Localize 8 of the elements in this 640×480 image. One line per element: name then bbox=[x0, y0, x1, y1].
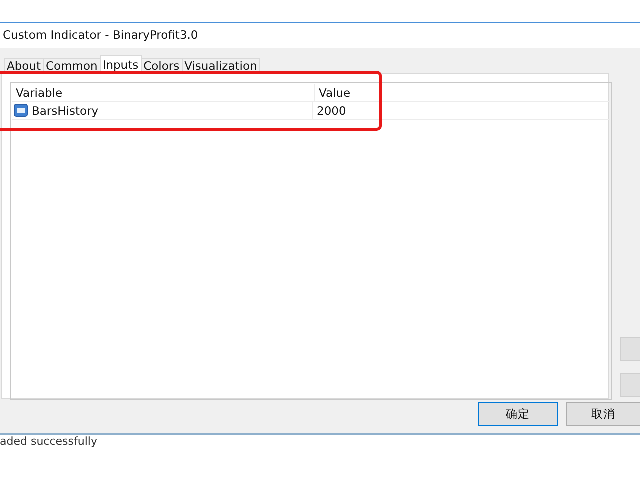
dialog-button[interactable]: 确定 bbox=[478, 402, 558, 426]
column-header: Variable bbox=[12, 84, 315, 101]
variable-name: BarsHistory bbox=[32, 104, 99, 118]
dialog-button[interactable]: 取消 bbox=[566, 402, 640, 426]
variable-value[interactable]: 2000 bbox=[313, 104, 346, 118]
status-text: aded successfully bbox=[0, 435, 98, 448]
column-header: Value bbox=[318, 86, 351, 100]
number-icon bbox=[14, 104, 28, 117]
